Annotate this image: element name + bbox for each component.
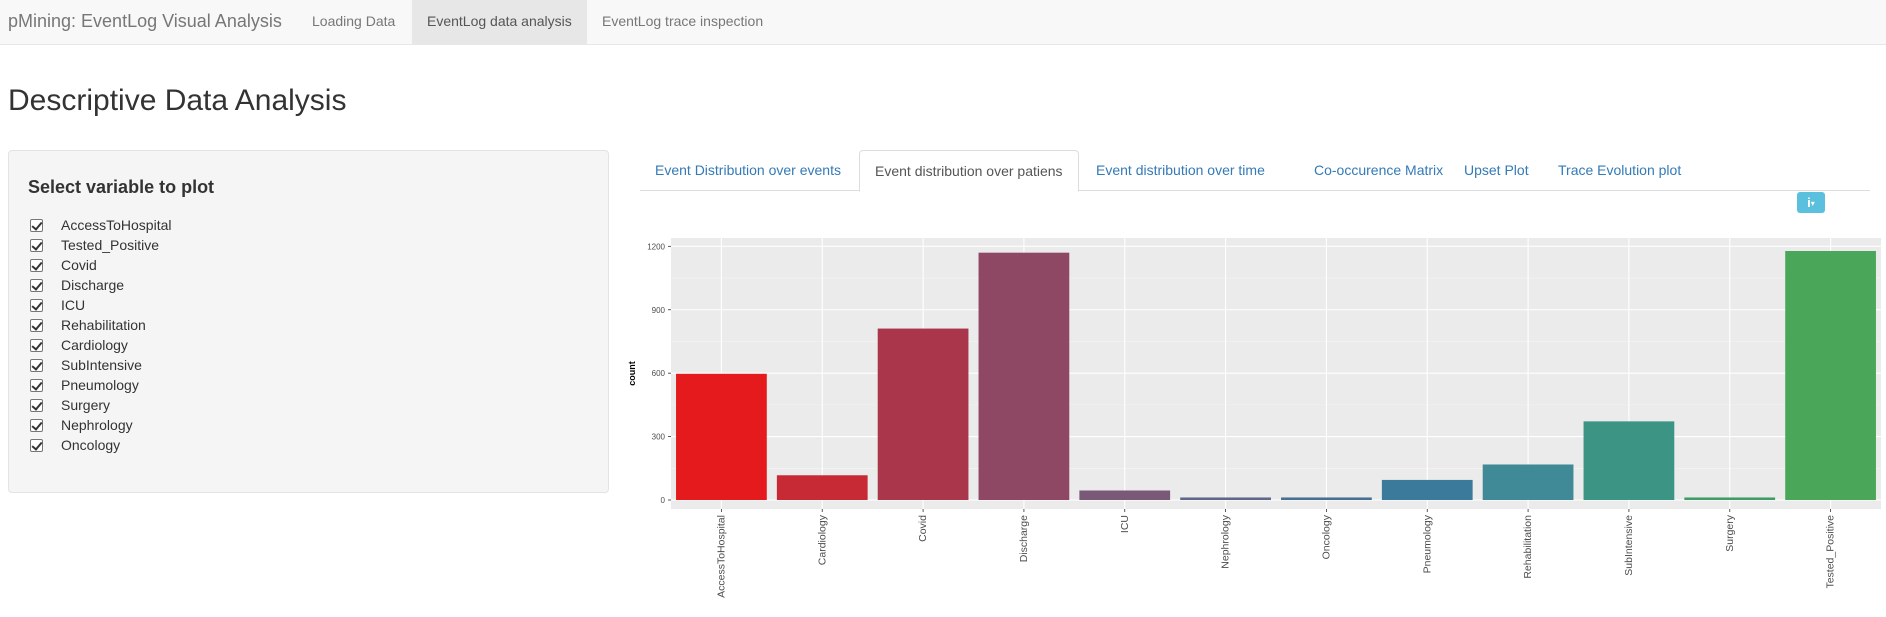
tab-co-occurence-matrix[interactable]: Co-occurence Matrix [1299,150,1458,191]
y-tick-label: 900 [652,306,666,315]
bar-cardiology [776,475,868,500]
checkbox-checked-icon[interactable] [30,279,43,292]
y-tick-label: 1200 [647,242,665,251]
variable-checkbox-label: SubIntensive [61,357,142,373]
variable-checkbox-label: Tested_Positive [61,237,160,253]
variable-checkbox-label: Oncology [61,437,121,453]
variable-checkbox-label: Pneumology [61,377,139,393]
x-tick-label: Tested_Positive [1825,515,1837,589]
x-tick-label: AccessToHospital [715,515,727,598]
caret-down-icon: ▾ [1810,199,1815,209]
nav-loading-data[interactable]: Loading Data [297,0,410,45]
nav-eventlog-data-analysis[interactable]: EventLog data analysis [412,0,587,45]
page-title: Descriptive Data Analysis [8,84,347,117]
tab-trace-evolution-plot[interactable]: Trace Evolution plot [1543,150,1696,191]
bar-covid [877,328,969,500]
bar-oncology [1281,497,1372,500]
variable-selector-title: Select variable to plot [28,177,215,197]
variable-checkbox-label: Surgery [61,397,111,413]
checkbox-checked-icon[interactable] [30,259,43,272]
bar-subintensive [1583,421,1675,500]
x-tick-label: SubIntensive [1623,515,1635,576]
variable-checkbox-label: Discharge [61,277,125,293]
y-tick-label: 300 [652,433,666,442]
checkbox-checked-icon[interactable] [30,219,43,232]
navbar-brand[interactable]: pMining: EventLog Visual Analysis [8,11,282,32]
variable-selector-panel: Select variable to plot AccessToHospital… [8,150,609,493]
checkbox-checked-icon[interactable] [30,399,43,412]
x-tick-label: Nephrology [1220,514,1232,568]
variable-checkbox-label: Rehabilitation [61,317,146,333]
y-tick-label: 0 [661,496,666,505]
bar-discharge [978,252,1070,500]
x-tick-label: Rehabilitation [1522,515,1534,579]
variable-checkbox-label: Covid [61,257,97,273]
checkbox-checked-icon[interactable] [30,359,43,372]
variable-checkbox-label: AccessToHospital [61,217,172,233]
y-axis-title: count [627,361,637,386]
variable-checkbox-label: Nephrology [61,417,133,433]
tab-event-distribution-over-patiens[interactable]: Event distribution over patiens [859,150,1079,192]
bar-surgery [1684,497,1776,500]
bar-nephrology [1180,497,1271,500]
x-tick-label: Pneumology [1421,514,1433,573]
variable-checkbox-label: Cardiology [61,337,128,353]
bar-tested-positive [1785,250,1876,500]
tab-upset-plot[interactable]: Upset Plot [1449,150,1544,191]
tab-event-distribution-over-time[interactable]: Event distribution over time [1081,150,1280,191]
tab-event-distribution-over-events[interactable]: Event Distribution over events [640,150,856,191]
nav-eventlog-trace-inspection[interactable]: EventLog trace inspection [587,0,778,45]
checkbox-checked-icon[interactable] [30,239,43,252]
checkbox-checked-icon[interactable] [30,379,43,392]
bar-icu [1079,490,1171,500]
checkbox-checked-icon[interactable] [30,419,43,432]
x-tick-label: Oncology [1320,514,1332,559]
bar-accesstohospital [676,373,767,500]
info-dropdown-button[interactable]: i▾ [1797,192,1825,213]
x-tick-label: Discharge [1018,515,1030,562]
x-tick-label: ICU [1119,515,1131,533]
navbar: pMining: EventLog Visual Analysis Loadin… [0,0,1886,45]
bar-rehabilitation [1482,464,1574,500]
variable-checkbox-label: ICU [61,297,86,313]
checkbox-checked-icon[interactable] [30,319,43,332]
x-tick-label: Covid [917,515,929,542]
x-tick-label: Cardiology [816,514,828,565]
analysis-tabs: Event Distribution over events Event dis… [640,150,1870,192]
checkbox-checked-icon[interactable] [30,299,43,312]
bar-pneumology [1381,479,1473,500]
x-tick-label: Surgery [1724,514,1736,552]
checkbox-checked-icon[interactable] [30,439,43,452]
y-tick-label: 600 [652,369,666,378]
event-distribution-bar-chart: 0 300 600 900 1200 AccessToHospital Cardiology… [627,238,1881,598]
checkbox-checked-icon[interactable] [30,339,43,352]
